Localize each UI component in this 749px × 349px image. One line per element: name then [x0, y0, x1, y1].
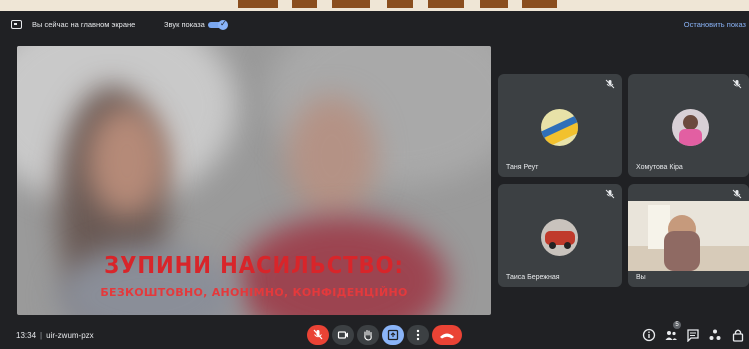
avatar [672, 109, 709, 146]
present-screen-icon [11, 20, 22, 29]
participant-tile[interactable]: Таиса Бережная [498, 184, 622, 287]
control-bar: 13:34 | uir-zwum-pzx 5 [0, 320, 749, 349]
chat-icon[interactable] [686, 328, 700, 342]
meeting-info: 13:34 | uir-zwum-pzx [16, 331, 94, 340]
activities-icon[interactable] [708, 328, 722, 342]
meeting-code: uir-zwum-pzx [46, 331, 94, 340]
present-button[interactable] [382, 325, 404, 345]
caption-headline: ЗУПИНИ НАСИЛЬСТВО: [104, 253, 404, 279]
presenting-banner: Вы сейчас на главном экране Звук показа … [0, 11, 749, 39]
participant-name: Вы [636, 274, 646, 281]
avatar [541, 219, 578, 256]
raise-hand-icon [364, 329, 372, 341]
sound-label: Звук показа [164, 20, 205, 29]
more-icon [416, 329, 420, 341]
mic-off-icon [313, 329, 323, 340]
mic-off-button[interactable] [307, 325, 329, 345]
stop-presenting-button[interactable]: Остановить показ [684, 20, 746, 29]
mic-off-icon [605, 79, 615, 89]
info-icon[interactable] [642, 328, 656, 342]
mic-off-icon [605, 189, 615, 199]
background-top-strip [0, 0, 749, 11]
caption-subline: БЕЗКОШТОВНО, АНОНІМНО, КОНФІДЕНЦІЙНО [100, 286, 408, 299]
participant-name: Таня Реут [506, 164, 539, 171]
participant-tile[interactable]: Таня Реут [498, 74, 622, 177]
end-call-button[interactable] [432, 325, 462, 345]
participant-name: Таиса Бережная [506, 274, 560, 281]
participant-tile-self[interactable]: Вы [628, 184, 749, 287]
participant-tile[interactable]: Хомутова Кіра [628, 74, 749, 177]
lock-icon[interactable] [731, 328, 745, 342]
end-call-icon [440, 333, 454, 339]
participant-name: Хомутова Кіра [636, 164, 683, 171]
participant-count-badge: 5 [673, 321, 681, 329]
camera-icon [337, 331, 348, 339]
meeting-time: 13:34 [16, 331, 37, 340]
self-video [628, 201, 749, 271]
main-video: ЗУПИНИ НАСИЛЬСТВО: БЕЗКОШТОВНО, АНОНІМНО… [17, 46, 491, 315]
mic-off-icon [732, 189, 742, 199]
people-icon[interactable] [664, 328, 678, 342]
mic-off-icon [732, 79, 742, 89]
check-icon [218, 19, 228, 30]
present-icon [387, 329, 399, 341]
sound-toggle[interactable] [208, 19, 228, 30]
presenting-text: Вы сейчас на главном экране [32, 20, 136, 29]
avatar [541, 109, 578, 146]
camera-button[interactable] [332, 325, 354, 345]
more-options-button[interactable] [407, 325, 429, 345]
raise-hand-button[interactable] [357, 325, 379, 345]
